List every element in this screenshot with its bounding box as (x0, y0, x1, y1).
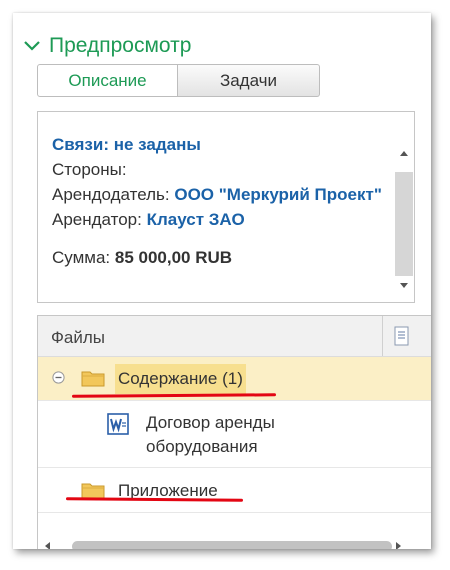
horizontal-scrollbar-thumb[interactable] (72, 541, 392, 549)
folder-icon (81, 371, 105, 387)
tree-folder-appendix[interactable]: Приложение (38, 468, 431, 513)
preview-title: Предпросмотр (49, 34, 192, 57)
document-label-line1: Договор аренды (146, 413, 275, 432)
folder-icon (81, 483, 105, 499)
files-header-label: Файлы (51, 328, 106, 347)
scroll-right-arrow-icon[interactable] (396, 542, 401, 549)
lessee-line: Арендатор: Клауст ЗАО (52, 207, 382, 232)
scroll-left-arrow-icon[interactable] (45, 542, 50, 549)
scroll-up-arrow-icon[interactable] (400, 151, 408, 156)
files-tree: Файлы Содержание (1) Договор аренды обор… (37, 315, 431, 549)
tree-document[interactable]: Договор аренды оборудования (38, 401, 431, 468)
tab-description[interactable]: Описание (37, 64, 178, 97)
lessee-label: Арендатор: (52, 210, 142, 229)
links-status[interactable]: Связи: не заданы (52, 132, 382, 157)
collapse-icon[interactable] (52, 371, 65, 384)
document-icon[interactable] (394, 326, 410, 346)
lessor-link[interactable]: ООО "Меркурий Проект" (174, 185, 382, 204)
word-document-icon (107, 413, 129, 435)
parties-label: Стороны: (52, 160, 127, 179)
sum-value: 85 000,00 RUB (114, 248, 233, 267)
column-separator[interactable] (382, 316, 383, 356)
files-header: Файлы (38, 316, 431, 357)
files-horizontal-scrollbar[interactable] (38, 537, 431, 549)
folder-label-content[interactable]: Содержание (1) (115, 364, 246, 394)
preview-panel: Предпросмотр Описание Задачи Связи: не з… (13, 13, 431, 549)
lessor-line: Арендодатель: ООО "Меркурий Проект" (52, 182, 382, 207)
description-scrollbar[interactable] (394, 112, 414, 302)
sum-label: Сумма: (52, 248, 111, 267)
lessee-link[interactable]: Клауст ЗАО (147, 210, 245, 229)
scrollbar-thumb[interactable] (395, 172, 413, 276)
description-content: Связи: не заданы Стороны: Арендодатель: … (52, 132, 382, 270)
chevron-down-icon[interactable] (23, 39, 41, 53)
preview-tabs: Описание Задачи (37, 64, 320, 97)
document-label-line2: оборудования (146, 437, 258, 456)
preview-section-header[interactable]: Предпросмотр (23, 33, 191, 59)
document-label[interactable]: Договор аренды оборудования (146, 411, 275, 459)
sum-line: Сумма: 85 000,00 RUB (52, 245, 382, 270)
description-panel: Связи: не заданы Стороны: Арендодатель: … (37, 111, 415, 303)
tab-tasks[interactable]: Задачи (178, 64, 320, 97)
lessor-label: Арендодатель: (52, 185, 170, 204)
scroll-down-arrow-icon[interactable] (400, 283, 408, 288)
